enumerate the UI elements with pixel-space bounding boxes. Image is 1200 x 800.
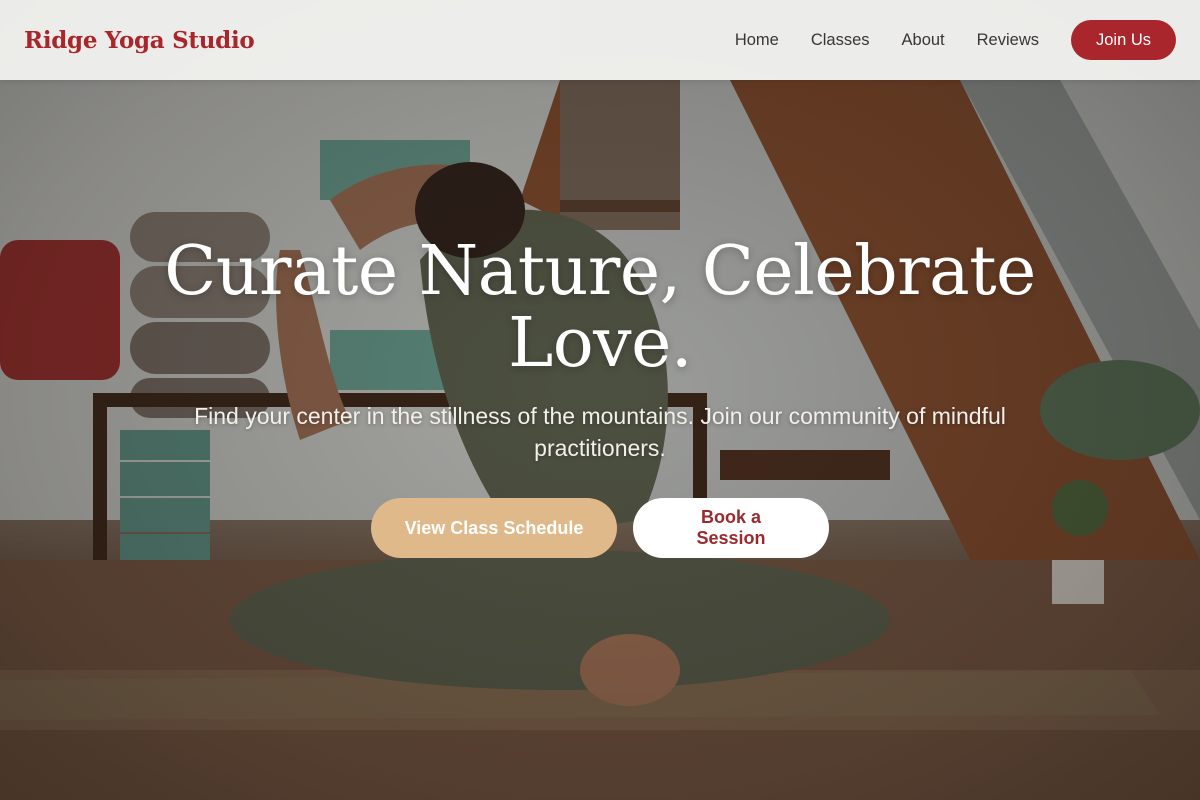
book-session-button[interactable]: Book a Session — [633, 498, 829, 558]
hero-headline: Curate Nature, Celebrate Love. — [164, 232, 1036, 383]
nav-link-home[interactable]: Home — [735, 31, 779, 50]
nav-link-about[interactable]: About — [902, 31, 945, 50]
join-us-button[interactable]: Join Us — [1071, 20, 1176, 60]
brand-logo-link[interactable]: Ridge Yoga Studio — [24, 27, 255, 54]
hero-cta-group: View Class Schedule Book a Session — [150, 498, 1050, 558]
nav-link-classes[interactable]: Classes — [811, 31, 870, 50]
nav-link-reviews[interactable]: Reviews — [977, 31, 1039, 50]
top-navbar: Ridge Yoga Studio Home Classes About Rev… — [0, 0, 1200, 80]
main-nav: Home Classes About Reviews Join Us — [735, 20, 1176, 60]
hero-content: Curate Nature, Celebrate Love. Find your… — [150, 236, 1050, 558]
view-class-schedule-button[interactable]: View Class Schedule — [371, 498, 617, 558]
hero-subtitle: Find your center in the stillness of the… — [194, 403, 1006, 461]
